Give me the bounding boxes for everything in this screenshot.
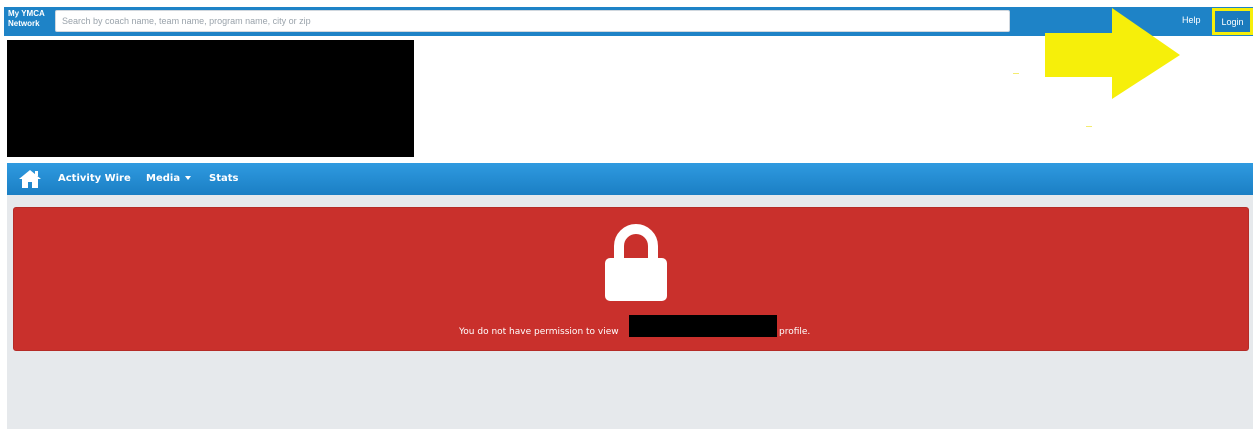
nav-activity-wire[interactable]: Activity Wire <box>58 173 131 184</box>
permission-message-end: profile. <box>779 327 811 337</box>
brand-line-1: My YMCA <box>8 9 45 18</box>
yellow-arrow-annotation-icon <box>1045 8 1180 99</box>
lock-icon <box>605 224 667 301</box>
permission-alert: You do not have permission to view profi… <box>13 207 1249 351</box>
content-area: You do not have permission to view profi… <box>7 195 1253 429</box>
permission-message: You do not have permission to view <box>459 327 619 337</box>
login-button[interactable]: Login <box>1215 11 1250 32</box>
nav-media[interactable]: Media <box>146 173 192 184</box>
cover-image-redaction <box>7 40 414 157</box>
home-icon[interactable] <box>19 170 41 188</box>
brand-logo[interactable]: My YMCA Network <box>8 9 52 29</box>
nav-stats[interactable]: Stats <box>209 173 238 184</box>
main-nav: Activity Wire Media Stats <box>7 163 1253 195</box>
brand-line-2: Network <box>8 19 40 28</box>
nav-media-label: Media <box>146 173 181 184</box>
annotation-speck <box>1013 73 1019 74</box>
chevron-down-icon <box>185 176 192 180</box>
annotation-speck <box>1086 126 1092 127</box>
search-input[interactable] <box>55 10 1010 32</box>
profile-name-redaction <box>629 315 777 337</box>
login-highlight: Login <box>1212 8 1253 35</box>
